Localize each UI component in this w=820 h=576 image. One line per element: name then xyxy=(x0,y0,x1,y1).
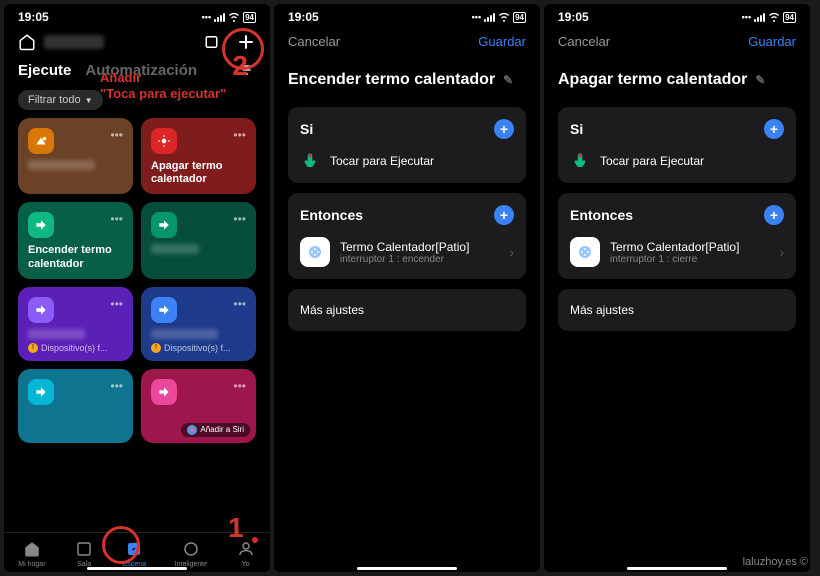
then-section: Entonces + Termo Calentador[Patio] inter… xyxy=(558,193,796,279)
if-label: Si xyxy=(300,121,313,137)
scene-card-encender[interactable]: ••• Encender termo calentador xyxy=(18,202,133,278)
scene-card[interactable]: ••• xyxy=(18,118,133,194)
save-button[interactable]: Guardar xyxy=(478,34,526,49)
annotation-circle-2 xyxy=(222,28,264,70)
scene-card[interactable]: ••• xyxy=(18,369,133,443)
battery-level: 94 xyxy=(243,12,256,23)
filter-button[interactable]: Filtrar todo ▼ xyxy=(18,90,103,110)
condition-row[interactable]: Tocar para Ejecutar xyxy=(300,151,514,171)
add-condition-button[interactable]: + xyxy=(494,119,514,139)
chevron-right-icon: › xyxy=(509,244,514,260)
status-bar: 19:05 •••94 xyxy=(544,4,810,26)
menu-icon[interactable] xyxy=(204,33,222,51)
then-label: Entonces xyxy=(570,207,633,223)
annotation-1: 1 xyxy=(228,512,244,544)
more-settings-button[interactable]: Más ajustes xyxy=(558,289,796,331)
scene-title: Apagar termo calentador ✎ xyxy=(544,57,810,97)
if-section: Si + Tocar para Ejecutar xyxy=(558,107,796,183)
tab-execute[interactable]: Ejecute xyxy=(18,62,71,82)
annotation-circle-1 xyxy=(102,526,140,564)
add-condition-button[interactable]: + xyxy=(764,119,784,139)
edit-title-icon[interactable]: ✎ xyxy=(755,73,765,87)
scene-card[interactable]: ••• !Dispositivo(s) f... xyxy=(18,287,133,361)
annotation-add: Añadir "Toca para ejecutar" xyxy=(100,70,226,101)
if-label: Si xyxy=(570,121,583,137)
status-icons: ••• 94 xyxy=(202,12,256,23)
scene-card[interactable]: ••• !Dispositivo(s) f... xyxy=(141,287,256,361)
scene-card[interactable]: ••• xyxy=(141,202,256,278)
status-time: 19:05 xyxy=(18,10,49,24)
action-row[interactable]: Termo Calentador[Patio] interruptor 1 : … xyxy=(300,237,514,267)
watermark: laluzhoy.es © xyxy=(743,556,808,568)
scene-card[interactable]: ••• Añadir a Siri xyxy=(141,369,256,443)
home-icon[interactable] xyxy=(18,33,36,51)
nav-home[interactable]: Mi hogar xyxy=(18,539,45,568)
cancel-button[interactable]: Cancelar xyxy=(558,34,610,49)
device-icon xyxy=(300,237,330,267)
add-action-button[interactable]: + xyxy=(764,205,784,225)
cancel-button[interactable]: Cancelar xyxy=(288,34,340,49)
screen-2-encender: 19:05 •••94 Cancelar Guardar Encender te… xyxy=(274,4,540,572)
screen-1-scenes-list: 19:05 ••• 94 Ejecute Automatización Filt… xyxy=(4,4,270,572)
more-settings-button[interactable]: Más ajustes xyxy=(288,289,526,331)
tap-icon xyxy=(300,151,320,171)
status-bar: 19:05 ••• 94 xyxy=(4,4,270,26)
nav-room[interactable]: Sala xyxy=(74,539,94,568)
then-label: Entonces xyxy=(300,207,363,223)
scene-title: Encender termo calentador ✎ xyxy=(274,57,540,97)
screen-3-apagar: 19:05 •••94 Cancelar Guardar Apagar term… xyxy=(544,4,810,572)
add-action-button[interactable]: + xyxy=(494,205,514,225)
tap-icon xyxy=(570,151,590,171)
device-icon xyxy=(570,237,600,267)
nav-smart[interactable]: Inteligente xyxy=(175,539,207,568)
condition-row[interactable]: Tocar para Ejecutar xyxy=(570,151,784,171)
then-section: Entonces + Termo Calentador[Patio] inter… xyxy=(288,193,526,279)
scene-card-apagar[interactable]: ••• Apagar termo calentador xyxy=(141,118,256,194)
if-section: Si + Tocar para Ejecutar xyxy=(288,107,526,183)
scene-grid: ••• ••• Apagar termo calentador ••• Ence… xyxy=(4,118,270,443)
edit-title-icon[interactable]: ✎ xyxy=(503,73,513,87)
save-button[interactable]: Guardar xyxy=(748,34,796,49)
chevron-right-icon: › xyxy=(779,244,784,260)
action-row[interactable]: Termo Calentador[Patio] interruptor 1 : … xyxy=(570,237,784,267)
status-bar: 19:05 •••94 xyxy=(274,4,540,26)
add-to-siri-button[interactable]: Añadir a Siri xyxy=(181,423,250,437)
